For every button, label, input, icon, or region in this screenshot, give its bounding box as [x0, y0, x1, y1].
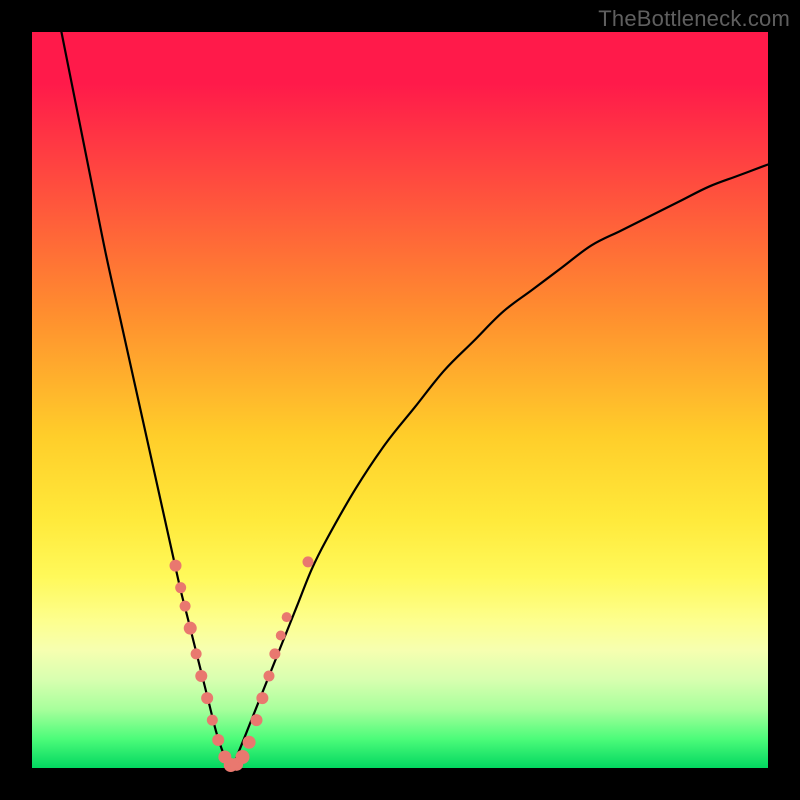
curve-marker: [212, 734, 224, 746]
curve-marker: [263, 671, 274, 682]
curve-marker: [303, 556, 314, 567]
curve-marker: [175, 582, 186, 593]
curve-marker: [195, 670, 207, 682]
curve-marker: [201, 692, 213, 704]
curve-marker: [282, 612, 292, 622]
curve-marker: [276, 631, 286, 641]
curve-marker: [256, 692, 268, 704]
curve-marker: [207, 715, 218, 726]
curve-marker: [243, 736, 256, 749]
curve-markers: [170, 556, 314, 772]
chart-frame: TheBottleneck.com: [0, 0, 800, 800]
curve-marker: [184, 622, 197, 635]
curve-marker: [180, 601, 191, 612]
watermark-label: TheBottleneck.com: [598, 6, 790, 32]
curve-marker: [250, 714, 262, 726]
curve-marker: [269, 648, 280, 659]
curve-marker: [191, 648, 202, 659]
chart-plot-area: [32, 32, 768, 768]
curve-marker: [235, 750, 249, 764]
bottleneck-curve: [61, 32, 768, 768]
curve-marker: [170, 560, 182, 572]
chart-svg: [32, 32, 768, 768]
